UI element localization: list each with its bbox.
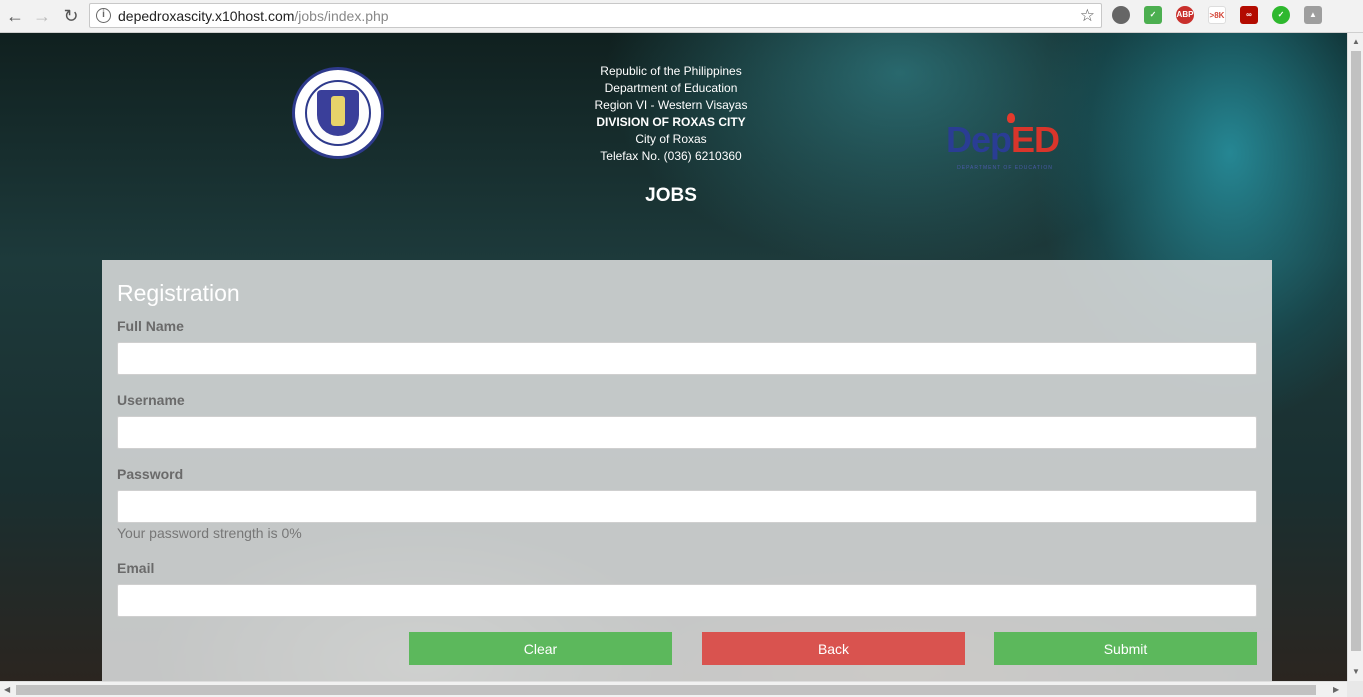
browser-toolbar: ← → ↻ i depedroxascity.x10host.com/jobs/… — [0, 0, 1363, 33]
password-strength-text: Your password strength is 0% — [117, 525, 302, 541]
adblock-plus-icon[interactable]: ABP — [1176, 6, 1194, 24]
forward-arrow-icon[interactable]: → — [31, 5, 53, 27]
vertical-scroll-thumb[interactable] — [1351, 51, 1361, 651]
header-line-telefax: Telefax No. (036) 6210360 — [600, 149, 742, 163]
page-header: Republic of the Philippines Department o… — [0, 33, 1347, 259]
url-text: depedroxascity.x10host.com/jobs/index.ph… — [118, 8, 389, 24]
header-line-city: City of Roxas — [635, 132, 707, 146]
gmail-icon[interactable]: >8K — [1208, 6, 1226, 24]
url-path: /jobs/index.php — [294, 8, 389, 24]
header-address-block: Republic of the Philippines Department o… — [521, 63, 821, 165]
seal-shield-icon — [317, 90, 359, 136]
seal-logo — [292, 67, 384, 159]
page-content: Republic of the Philippines Department o… — [0, 33, 1347, 681]
back-button[interactable]: Back — [702, 632, 965, 665]
pdf-icon[interactable]: ∞ — [1240, 6, 1258, 24]
shield-check-icon[interactable]: ✓ — [1144, 6, 1162, 24]
username-label: Username — [117, 392, 185, 408]
email-input[interactable] — [117, 584, 1257, 617]
header-line-region: Region VI - Western Visayas — [594, 98, 748, 112]
vertical-scrollbar[interactable]: ▲ ▼ — [1347, 33, 1363, 681]
scroll-down-icon[interactable]: ▼ — [1352, 667, 1360, 676]
header-line-department: Department of Education — [604, 81, 738, 95]
back-arrow-icon[interactable]: ← — [4, 5, 26, 27]
clear-button[interactable]: Clear — [409, 632, 672, 665]
horizontal-scroll-thumb[interactable] — [16, 685, 1316, 695]
scroll-left-icon[interactable]: ◀ — [4, 685, 10, 694]
username-input[interactable] — [117, 416, 1257, 449]
scroll-right-icon[interactable]: ▶ — [1333, 685, 1339, 694]
drive-icon[interactable]: ▲ — [1304, 6, 1322, 24]
horizontal-scrollbar[interactable]: ◀ ▶ — [0, 681, 1347, 697]
bookmark-star-icon[interactable]: ☆ — [1080, 6, 1095, 26]
deped-wordmark: DepED — [946, 119, 1060, 160]
deped-subtitle: DEPARTMENT OF EDUCATION — [957, 165, 1053, 171]
form-heading: Registration — [117, 280, 240, 306]
full-name-input[interactable] — [117, 342, 1257, 375]
deped-logo: DepED DEPARTMENT OF EDUCATION — [946, 113, 1064, 175]
full-name-label: Full Name — [117, 318, 184, 334]
password-input[interactable] — [117, 490, 1257, 523]
address-bar[interactable]: i depedroxascity.x10host.com/jobs/index.… — [89, 3, 1102, 28]
site-info-icon[interactable]: i — [96, 8, 111, 23]
lightbulb-icon[interactable] — [1112, 6, 1130, 24]
header-line-republic: Republic of the Philippines — [600, 64, 742, 78]
page-title: JOBS — [645, 185, 697, 206]
password-label: Password — [117, 466, 184, 482]
submit-button[interactable]: Submit — [994, 632, 1257, 665]
reload-icon[interactable]: ↻ — [60, 5, 82, 27]
url-host: depedroxascity.x10host.com — [118, 8, 295, 24]
email-label: Email — [117, 560, 155, 576]
header-line-division: DIVISION OF ROXAS CITY — [596, 115, 746, 129]
scrollbar-corner — [1347, 681, 1363, 697]
registration-form: Registration Full Name Username Password… — [102, 260, 1272, 681]
check-circle-icon[interactable]: ✓ — [1272, 6, 1290, 24]
scroll-up-icon[interactable]: ▲ — [1352, 37, 1360, 46]
